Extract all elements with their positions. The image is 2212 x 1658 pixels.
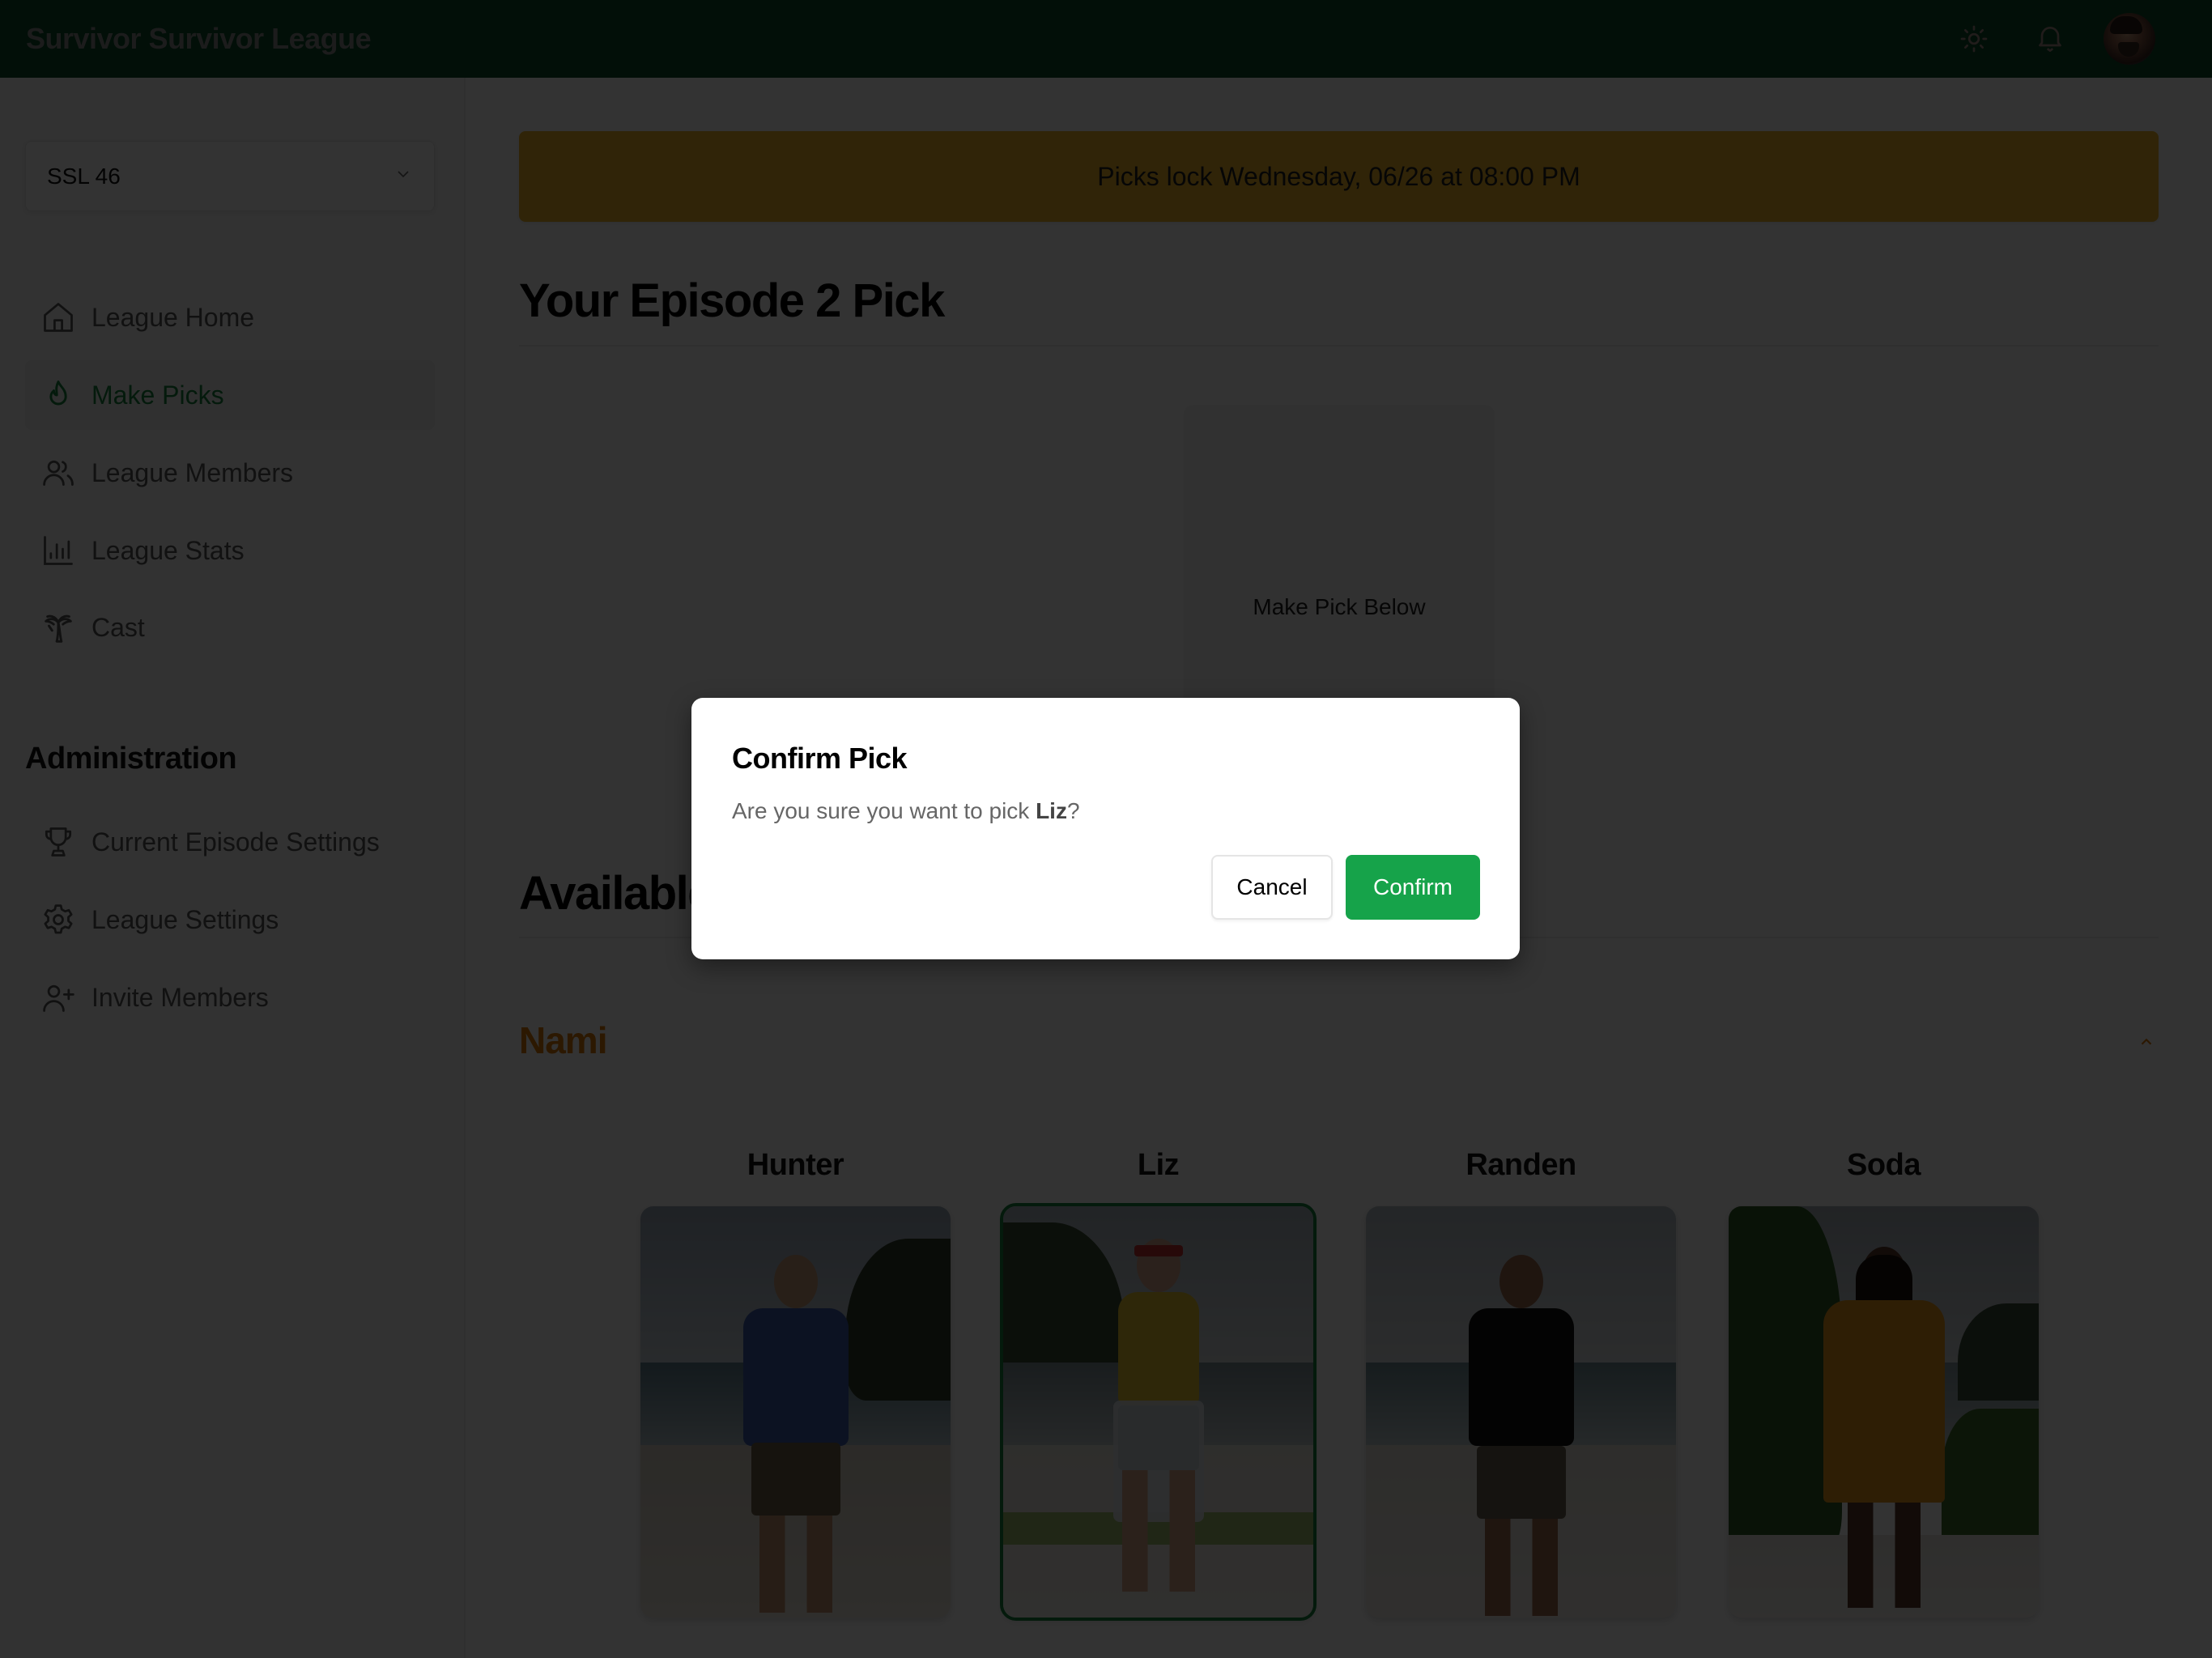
dialog-message-suffix: ?	[1066, 798, 1080, 823]
confirm-pick-dialog: Confirm Pick Are you sure you want to pi…	[691, 698, 1520, 959]
dialog-message: Are you sure you want to pick Liz?	[732, 798, 1080, 824]
confirm-button[interactable]: Confirm	[1346, 855, 1480, 920]
dialog-title: Confirm Pick	[732, 742, 908, 775]
dialog-castaway-name: Liz	[1036, 798, 1067, 823]
dialog-message-prefix: Are you sure you want to pick	[732, 798, 1036, 823]
cancel-button[interactable]: Cancel	[1211, 855, 1333, 920]
